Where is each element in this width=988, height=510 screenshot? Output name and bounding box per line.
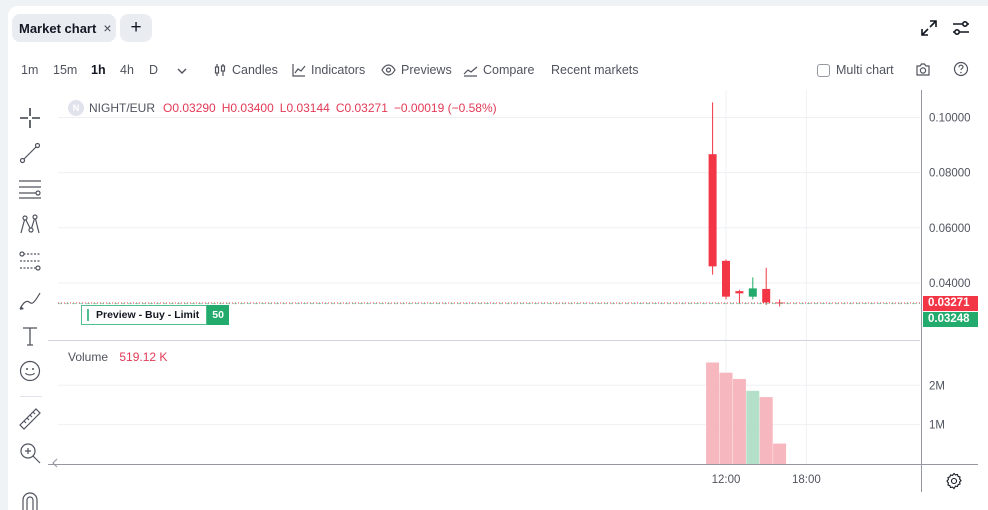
volume-tick-label: 2M <box>929 380 945 392</box>
time-tick-label: 12:00 <box>712 474 741 486</box>
candle-body <box>708 154 717 267</box>
volume-legend: Volume 519.12 K <box>68 350 167 364</box>
volume-bar <box>759 397 773 464</box>
price-lines <box>58 302 920 305</box>
legend-high: H0.03400 <box>221 101 274 115</box>
price-tick-label: 0.08000 <box>929 168 971 180</box>
price-tick-label: 0.06000 <box>929 223 971 235</box>
candle-body <box>748 288 757 297</box>
volume-bar <box>719 372 733 464</box>
candle-body <box>722 260 730 297</box>
legend-open: O0.03290 <box>163 101 216 115</box>
ohlc-legend: N NIGHT/EUR O0.03290 H0.03400 L0.03144 C… <box>68 100 497 116</box>
preview-order-tag[interactable]: Preview - Buy - Limit 50 <box>81 305 229 325</box>
volume-tick-label: 1M <box>929 420 945 432</box>
symbol-name[interactable]: NIGHT/EUR <box>89 101 155 115</box>
volume-bar <box>732 378 746 464</box>
preview-order-label: Preview - Buy - Limit <box>81 305 208 325</box>
volume-bar <box>706 362 720 464</box>
price-tick-label: 0.10000 <box>929 113 971 125</box>
chart-settings-gear-icon[interactable] <box>945 472 963 490</box>
preview-order-quantity: 50 <box>207 305 229 325</box>
chart-panel: Market chart × + 1m 15m 1h 4h D Candles <box>8 6 988 510</box>
volume-bars <box>706 362 787 464</box>
axes: 0.04000 0.06000 0.08000 0.10000 1M 2M 12:00 18:… <box>48 90 978 492</box>
candle-body <box>735 291 744 294</box>
candle-body <box>762 288 771 303</box>
last-price-tag: 0.03271 <box>923 295 978 311</box>
price-chart[interactable]: 0.04000 0.06000 0.08000 0.10000 1M 2M 12:00 18:… <box>8 6 988 510</box>
legend-change: −0.00019 (−0.58%) <box>393 101 497 115</box>
volume-bar <box>746 390 760 464</box>
symbol-badge: N <box>68 100 84 116</box>
time-tick-label: 18:00 <box>792 474 821 486</box>
legend-low: L0.03144 <box>279 101 330 115</box>
price-tick-label: 0.04000 <box>929 278 971 290</box>
legend-close: C0.03271 <box>335 101 388 115</box>
volume-bar <box>773 443 787 464</box>
volume-label: Volume <box>68 350 109 364</box>
preview-price-tag: 0.03248 <box>923 311 978 327</box>
volume-value: 519.12 K <box>119 350 168 364</box>
chart-grid <box>58 90 920 464</box>
candles <box>708 102 784 307</box>
